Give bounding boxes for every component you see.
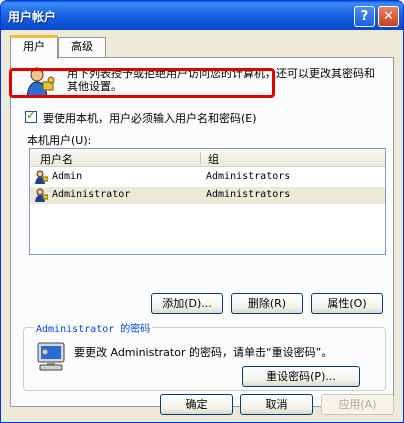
properties-button[interactable]: 属性(O) bbox=[311, 293, 383, 314]
window-title: 用户帐户 bbox=[8, 10, 57, 24]
remove-user-button[interactable]: 删除(R) bbox=[231, 293, 303, 314]
cancel-button[interactable]: 取消 bbox=[240, 394, 313, 415]
column-group[interactable]: 组 bbox=[208, 151, 219, 167]
username-cell: Admin bbox=[52, 171, 83, 182]
group-cell: Administrators bbox=[206, 171, 291, 182]
group-cell: Administrators bbox=[206, 189, 291, 200]
check-mark-icon: ✓ bbox=[26, 108, 37, 122]
require-login-highlight bbox=[9, 68, 275, 98]
title-bar[interactable]: 用户帐户 ? ✕ bbox=[1, 1, 403, 30]
password-instructions: 要更改 Administrator 的密码，请单击“重设密码”。 bbox=[74, 346, 333, 359]
tab-advanced[interactable]: 高级 bbox=[58, 37, 106, 57]
users-list[interactable]: 用户名 组 Admin Administrators Administrator… bbox=[29, 148, 386, 255]
close-button[interactable]: ✕ bbox=[378, 6, 399, 27]
users-tab-panel: 用下列表授予或拒绝用户访问您的计算机，还可以更改其密码和其他设置。 ✓ 要使用本… bbox=[10, 57, 394, 407]
computer-icon bbox=[37, 342, 65, 371]
username-cell: Administrator bbox=[52, 189, 131, 200]
password-group-title: Administrator 的密码 bbox=[34, 320, 153, 335]
require-login-option[interactable]: ✓ 要使用本机，用户必须输入用户名和密码(E) bbox=[21, 108, 283, 128]
column-divider[interactable] bbox=[200, 152, 201, 164]
local-users-label: 本机用户(U): bbox=[27, 134, 92, 147]
password-group: Administrator 的密码 要更改 Administrator 的密码，… bbox=[23, 320, 386, 391]
add-user-button[interactable]: 添加(D)... bbox=[151, 293, 223, 314]
apply-button[interactable]: 应用(A) bbox=[321, 394, 394, 415]
column-username[interactable]: 用户名 bbox=[40, 151, 73, 167]
users-list-header: 用户名 组 bbox=[30, 149, 385, 167]
help-button[interactable]: ? bbox=[354, 6, 375, 27]
user-icon bbox=[35, 188, 48, 202]
table-row[interactable]: Administrator Administrators bbox=[30, 187, 385, 204]
table-row[interactable]: Admin Administrators bbox=[30, 169, 385, 186]
ok-button[interactable]: 确定 bbox=[160, 394, 233, 415]
require-login-label[interactable]: 要使用本机，用户必须输入用户名和密码(E) bbox=[43, 110, 257, 126]
tab-users[interactable]: 用户 bbox=[10, 35, 58, 59]
reset-password-button[interactable]: 重设密码(P)... bbox=[242, 366, 360, 387]
require-login-checkbox[interactable]: ✓ bbox=[25, 108, 37, 123]
user-accounts-window: 用户帐户 ? ✕ 用户 高级 用下列表授予或拒绝用户访问您的计算机，还可以更改其… bbox=[0, 0, 404, 423]
user-icon bbox=[35, 170, 48, 184]
